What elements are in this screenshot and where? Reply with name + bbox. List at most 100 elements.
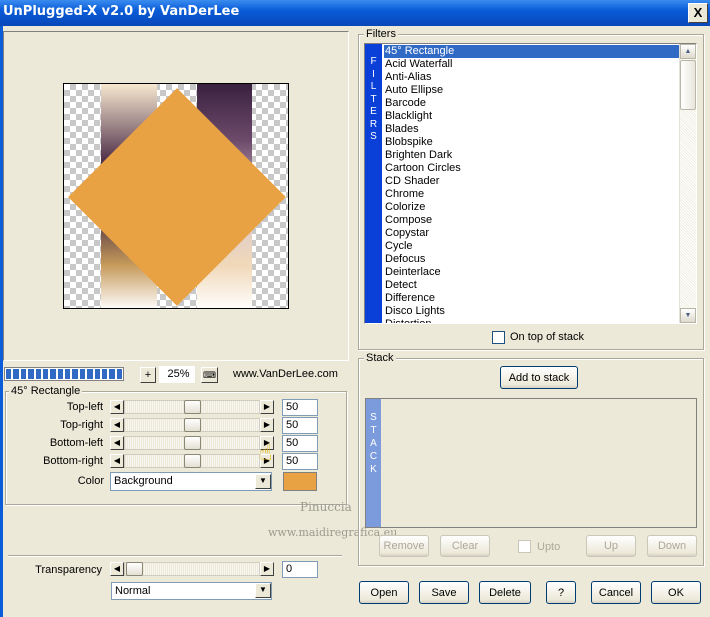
progress-segment: [72, 369, 78, 379]
transparency-value[interactable]: 0: [282, 561, 318, 578]
watermark-name: Pinuccia: [300, 500, 352, 514]
slider-thumb[interactable]: [184, 436, 201, 450]
on-top-checkbox[interactable]: [492, 331, 505, 344]
progress-segment: [79, 369, 86, 379]
slider-thumb[interactable]: [184, 418, 201, 432]
up-button[interactable]: Up: [586, 535, 636, 557]
open-button[interactable]: Open: [359, 581, 409, 604]
transparency-right-arrow[interactable]: ▶: [260, 562, 274, 576]
filter-item[interactable]: Brighten Dark: [384, 149, 680, 162]
blend-mode-arrow-icon[interactable]: ▼: [255, 583, 271, 598]
progress-segment: [35, 369, 41, 379]
slider-left-arrow[interactable]: ◀: [110, 400, 124, 414]
delete-button[interactable]: Delete: [479, 581, 531, 604]
slider-value[interactable]: 50: [282, 417, 318, 434]
filter-item[interactable]: Acid Waterfall: [384, 58, 680, 71]
slider-right-arrow[interactable]: ▶: [260, 400, 274, 414]
filters-scrollbar[interactable]: ▲ ▼: [679, 44, 696, 323]
color-select[interactable]: Background: [110, 472, 272, 491]
stack-side-letter: S: [370, 412, 377, 423]
scroll-up-icon[interactable]: ▲: [680, 44, 696, 59]
color-select-arrow-icon[interactable]: ▼: [255, 474, 271, 489]
filter-item[interactable]: Deinterlace: [384, 266, 680, 279]
close-button[interactable]: X: [688, 3, 708, 23]
zoom-button[interactable]: +: [140, 367, 156, 383]
filters-side-letter: S: [370, 131, 377, 142]
stack-list[interactable]: STACK: [365, 398, 697, 528]
filters-group-title: Filters: [364, 28, 398, 40]
filter-item[interactable]: Defocus: [384, 253, 680, 266]
transparency-left-arrow[interactable]: ◀: [110, 562, 124, 576]
stack-side-letter: C: [369, 451, 378, 462]
progress-segment: [42, 369, 49, 379]
website-link[interactable]: www.VanDerLee.com: [233, 368, 338, 380]
keyboard-icon[interactable]: ⌨: [201, 367, 218, 383]
slider-thumb[interactable]: [184, 454, 201, 468]
slider-right-arrow[interactable]: ▶: [260, 418, 274, 432]
divider: [8, 555, 342, 557]
stack-group-title: Stack: [364, 352, 396, 364]
on-top-label: On top of stack: [510, 331, 584, 343]
filter-item[interactable]: Blobspike: [384, 136, 680, 149]
slider-value[interactable]: 50: [282, 435, 318, 452]
ok-button[interactable]: OK: [651, 581, 701, 604]
filter-item[interactable]: Barcode: [384, 97, 680, 110]
progress-segment: [109, 369, 115, 379]
filters-side-letter: I: [372, 68, 375, 80]
upto-label: Upto: [537, 541, 561, 553]
progress-segment: [94, 369, 100, 379]
down-button[interactable]: Down: [647, 535, 697, 557]
filter-item[interactable]: 45° Rectangle: [384, 45, 680, 58]
filter-item[interactable]: Difference: [384, 292, 680, 305]
filter-item[interactable]: Anti-Alias: [384, 71, 680, 84]
transparency-label: Transparency: [35, 564, 102, 576]
filter-item[interactable]: Disco Lights: [384, 305, 680, 318]
slider-left-arrow[interactable]: ◀: [110, 418, 124, 432]
transparency-slider-thumb[interactable]: [126, 562, 143, 576]
filter-item[interactable]: CD Shader: [384, 175, 680, 188]
filter-item[interactable]: Chrome: [384, 188, 680, 201]
zoom-level: 25%: [159, 366, 195, 383]
filters-side-letter: L: [370, 81, 377, 92]
filter-item[interactable]: Blades: [384, 123, 680, 136]
slider-left-arrow[interactable]: ◀: [110, 436, 124, 450]
scroll-thumb[interactable]: [680, 60, 696, 110]
slider-value[interactable]: 50: [282, 399, 318, 416]
blend-mode-value: Normal: [115, 585, 151, 597]
blend-mode-select[interactable]: Normal: [111, 582, 272, 600]
filters-side-letter: F: [370, 56, 377, 67]
filter-item[interactable]: Colorize: [384, 201, 680, 214]
progress-segment: [116, 369, 122, 379]
slider-left-arrow[interactable]: ◀: [110, 454, 124, 468]
add-to-stack-button[interactable]: Add to stack: [500, 366, 578, 389]
slider-label: Bottom-right: [43, 455, 103, 467]
cancel-button[interactable]: Cancel: [591, 581, 641, 604]
color-swatch[interactable]: [283, 472, 317, 491]
progress-segment: [87, 369, 93, 379]
filter-item[interactable]: Detect: [384, 279, 680, 292]
scroll-down-icon[interactable]: ▼: [680, 308, 696, 323]
filter-item[interactable]: Blacklight: [384, 110, 680, 123]
progress-segment: [50, 369, 56, 379]
upto-checkbox[interactable]: [518, 540, 531, 553]
filter-item[interactable]: Auto Ellipse: [384, 84, 680, 97]
filter-item[interactable]: Distortion: [384, 318, 680, 323]
slider-thumb[interactable]: [184, 400, 201, 414]
progress-segment: [101, 369, 108, 379]
filter-item[interactable]: Cartoon Circles: [384, 162, 680, 175]
preview-canvas[interactable]: [63, 83, 289, 309]
filters-list[interactable]: FILTERS 45° Rectangle Acid Waterfall Anti-…: [364, 43, 697, 324]
stack-side-letter: T: [370, 425, 377, 436]
help-button[interactable]: ?: [546, 581, 576, 604]
filters-side-letter: R: [369, 118, 378, 130]
clear-button[interactable]: Clear: [440, 535, 490, 557]
slider-value[interactable]: 50: [282, 453, 318, 470]
transparency-slider[interactable]: [124, 562, 260, 576]
filter-item[interactable]: Cycle: [384, 240, 680, 253]
filter-item[interactable]: Copystar: [384, 227, 680, 240]
filter-item[interactable]: Compose: [384, 214, 680, 227]
remove-button[interactable]: Remove: [379, 535, 429, 557]
save-button[interactable]: Save: [419, 581, 469, 604]
progress-segment: [20, 369, 27, 379]
stack-side-letter: A: [370, 438, 377, 449]
